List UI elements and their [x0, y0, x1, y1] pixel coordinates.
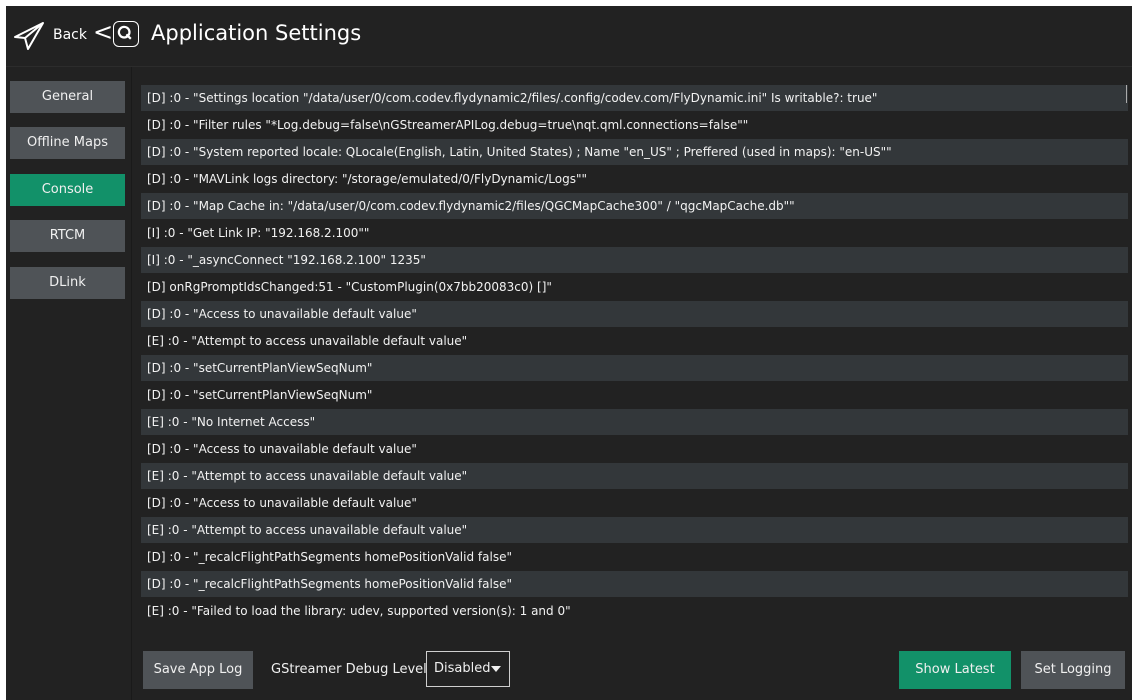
log-line: [D] :0 - "Access to unavailable default …	[141, 301, 1128, 327]
paper-plane-icon[interactable]	[12, 20, 46, 52]
sidebar-item-general[interactable]: General	[10, 81, 125, 113]
log-line: [D] :0 - "Settings location "/data/user/…	[141, 85, 1128, 111]
console-scrollbar[interactable]	[1126, 85, 1127, 103]
log-line: [D] :0 - "_recalcFlightPathSegments home…	[141, 571, 1128, 597]
back-button[interactable]: Back	[53, 27, 87, 43]
caret-down-icon	[491, 666, 501, 672]
log-line: [E] :0 - "Failed to load the library: ud…	[147, 604, 571, 618]
show-latest-button[interactable]: Show Latest	[899, 651, 1011, 689]
sidebar-item-rtcm[interactable]: RTCM	[10, 220, 125, 252]
log-line: [D] onRgPromptIdsChanged:51 - "CustomPlu…	[147, 280, 552, 294]
log-line: [E] :0 - "Attempt to access unavailable …	[141, 463, 1128, 489]
log-line: [D] :0 - "System reported locale: QLocal…	[141, 139, 1128, 165]
app-window: Back < Application Settings General Offl…	[6, 6, 1132, 700]
app-logo-icon	[113, 21, 139, 47]
log-line: [D] :0 - "_recalcFlightPathSegments home…	[147, 550, 512, 564]
gstreamer-debug-level-select[interactable]: Disabled	[426, 651, 510, 687]
gstreamer-debug-level-label: GStreamer Debug Level	[271, 662, 427, 677]
log-line: [D] :0 - "Access to unavailable default …	[147, 496, 417, 510]
sidebar-item-offline-maps[interactable]: Offline Maps	[10, 127, 125, 159]
log-line: [D] :0 - "setCurrentPlanViewSeqNum"	[147, 388, 373, 402]
gstreamer-debug-level-value: Disabled	[434, 661, 491, 676]
log-line: [E] :0 - "No Internet Access"	[141, 409, 1128, 435]
console-log[interactable]: [D] :0 - "Settings location "/data/user/…	[141, 81, 1128, 646]
settings-sidebar: General Offline Maps Console RTCM DLink	[6, 67, 132, 700]
log-line: [I] :0 - "_asyncConnect "192.168.2.100" …	[141, 247, 1128, 273]
set-logging-button[interactable]: Set Logging	[1021, 651, 1125, 689]
save-app-log-button[interactable]: Save App Log	[143, 651, 253, 689]
sidebar-item-console[interactable]: Console	[10, 174, 125, 206]
back-chevron-icon[interactable]: <	[93, 20, 113, 44]
log-line: [E] :0 - "Attempt to access unavailable …	[141, 517, 1128, 543]
log-line: [D] :0 - "Map Cache in: "/data/user/0/co…	[141, 193, 1128, 219]
log-line: [E] :0 - "Attempt to access unavailable …	[147, 334, 468, 348]
log-line: [D] :0 - "MAVLink logs directory: "/stor…	[147, 172, 588, 186]
console-footer: Save App Log GStreamer Debug Level Disab…	[141, 651, 1131, 691]
log-line: [D] :0 - "Filter rules "*Log.debug=false…	[147, 118, 749, 132]
log-line: [D] :0 - "setCurrentPlanViewSeqNum"	[141, 355, 1128, 381]
log-line: [I] :0 - "Get Link IP: "192.168.2.100""	[147, 226, 370, 240]
log-line: [D] :0 - "Access to unavailable default …	[147, 442, 417, 456]
header-bar: Back < Application Settings	[6, 6, 1132, 67]
sidebar-item-dlink[interactable]: DLink	[10, 267, 125, 299]
page-title: Application Settings	[151, 21, 362, 45]
